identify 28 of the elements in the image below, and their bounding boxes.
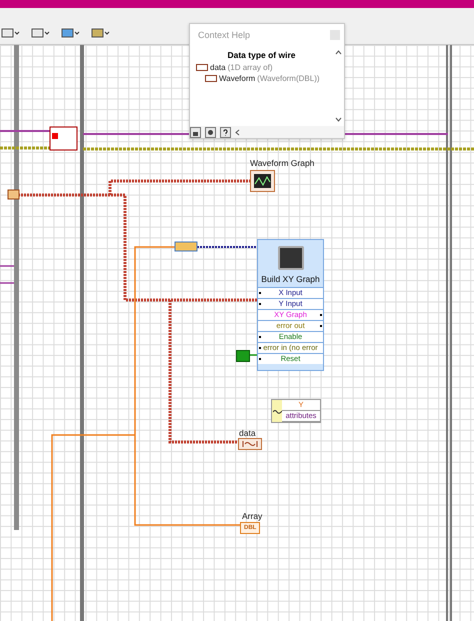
scroll-down-icon[interactable] — [335, 117, 342, 122]
waveform-icon — [272, 408, 282, 414]
help-button[interactable] — [205, 126, 216, 138]
graph-icon — [278, 246, 304, 270]
help-heading: Data type of wire — [226, 50, 297, 60]
node-label: Waveform Graph — [250, 158, 314, 168]
toolbar-tool-icon[interactable] — [0, 26, 22, 40]
toolbar-tool-icon[interactable] — [60, 26, 82, 40]
toolbar-tool-icon[interactable] — [90, 26, 112, 40]
type-description: (Waveform(DBL)) — [257, 74, 320, 83]
type-name: data — [210, 63, 226, 72]
type-description: (1D array of) — [228, 63, 272, 72]
circle-icon — [207, 128, 214, 136]
node-title: Build XY Graph — [260, 273, 321, 286]
help-icon — [222, 128, 229, 136]
toolbar-tool-icon[interactable] — [30, 26, 52, 40]
waveform-terminal-icon — [238, 438, 262, 450]
window-title: Context Help — [198, 30, 250, 40]
node-label: Array — [242, 511, 262, 521]
type-icon — [205, 75, 217, 82]
question-button[interactable] — [220, 126, 231, 138]
type-name: Waveform — [219, 74, 256, 83]
node-label: data — [239, 428, 256, 438]
graph-terminal-icon — [250, 170, 275, 192]
scroll-left-icon[interactable] — [235, 128, 240, 136]
lock-button[interactable] — [190, 126, 201, 138]
type-icon — [196, 64, 208, 71]
scroll-up-icon[interactable] — [335, 50, 342, 55]
